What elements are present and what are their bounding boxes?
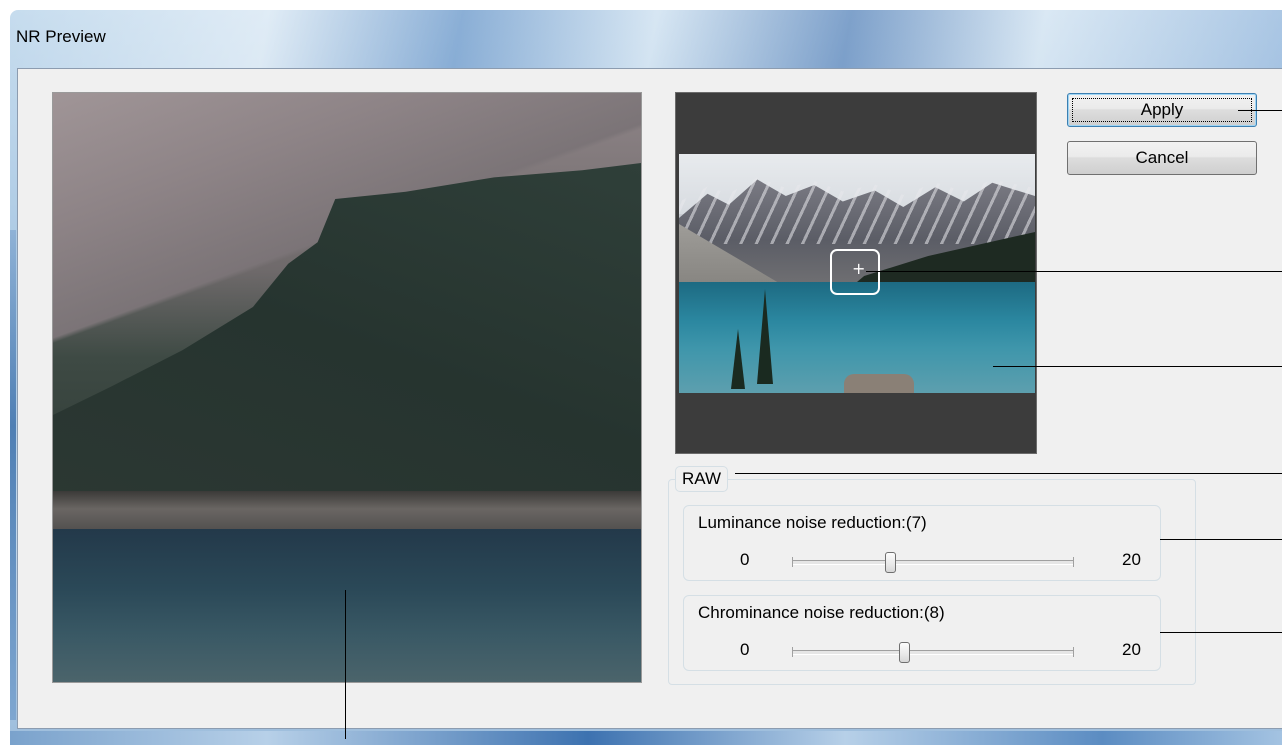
frame-bottom-edge — [10, 731, 1282, 745]
chrominance-max-label: 20 — [1122, 640, 1141, 659]
chrominance-slider-thumb[interactable] — [899, 642, 911, 663]
luminance-slider-thumb[interactable] — [885, 552, 897, 573]
callout-line-navigator — [993, 366, 1282, 367]
callout-line-chrominance — [1160, 632, 1282, 633]
preview-shore — [53, 491, 641, 531]
callout-line-apply — [1238, 110, 1282, 111]
chrominance-slider-track[interactable] — [792, 642, 1074, 663]
crosshair-icon: + — [852, 259, 866, 278]
frame-left-edge — [10, 230, 16, 720]
raw-group-title: RAW — [675, 466, 729, 492]
luminance-min-label: 0 — [740, 550, 750, 569]
callout-line-zoom-frame — [866, 271, 1282, 272]
preview-water — [53, 529, 641, 682]
luminance-slider-track[interactable] — [792, 552, 1074, 573]
thumbnail-rock — [844, 374, 914, 393]
nr-preview-window: NR Preview + Apply Cancel RAW Luminance … — [0, 0, 1282, 745]
luminance-label: Luminance noise reduction:(7) — [698, 513, 927, 532]
slider-tick — [792, 557, 793, 567]
callout-line-luminance — [1160, 539, 1282, 540]
callout-line-raw — [735, 473, 1282, 474]
luminance-max-label: 20 — [1122, 550, 1141, 569]
navigator-panel[interactable]: + — [675, 92, 1037, 454]
title-bar-glass — [10, 10, 1282, 70]
cancel-button[interactable]: Cancel — [1067, 141, 1257, 175]
apply-button[interactable]: Apply — [1067, 93, 1257, 127]
zoomed-preview-image[interactable] — [52, 92, 642, 683]
window-title: NR Preview — [16, 27, 106, 46]
luminance-noise-reduction-group: Luminance noise reduction:(7) 0 20 — [683, 505, 1161, 581]
cancel-button-label: Cancel — [1135, 148, 1189, 167]
callout-line-preview — [345, 590, 346, 739]
slider-tick — [1073, 557, 1074, 567]
chrominance-label: Chrominance noise reduction:(8) — [698, 603, 945, 622]
chrominance-noise-reduction-group: Chrominance noise reduction:(8) 0 20 — [683, 595, 1161, 671]
chrominance-min-label: 0 — [740, 640, 750, 659]
slider-tick — [792, 647, 793, 657]
focus-rectangle — [1072, 98, 1252, 122]
slider-tick — [1073, 647, 1074, 657]
